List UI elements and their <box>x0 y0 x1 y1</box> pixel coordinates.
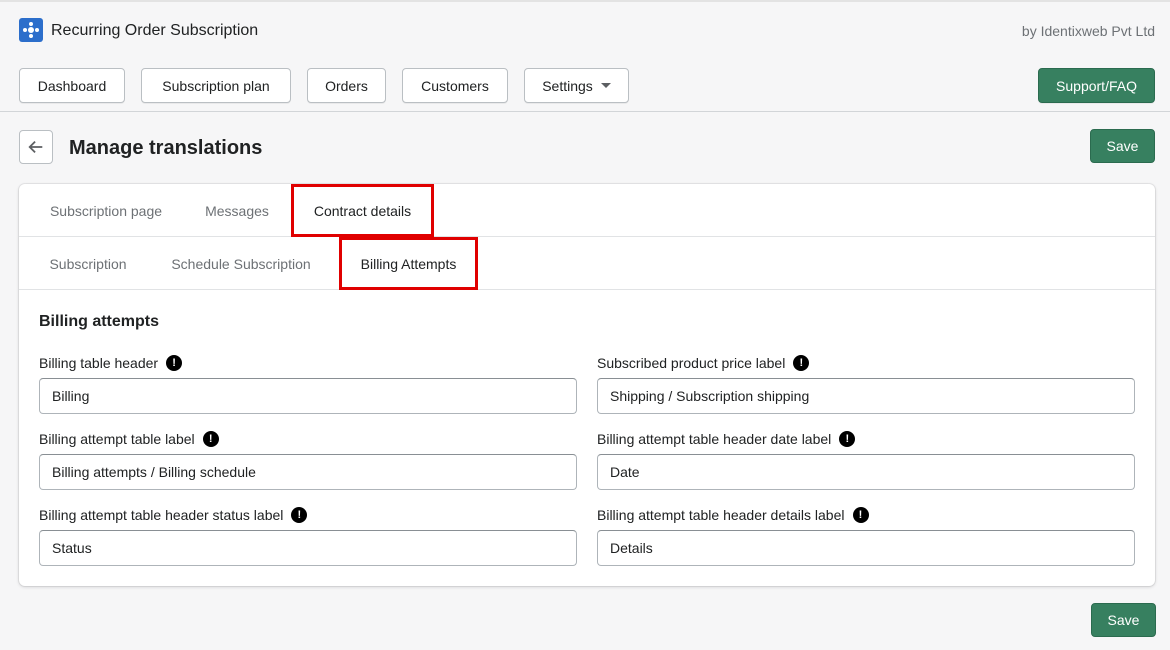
back-button[interactable] <box>19 130 53 164</box>
app-byline: by Identixweb Pvt Ltd <box>1021 23 1155 39</box>
field-label-header-date: Billing attempt table header date label … <box>597 431 856 447</box>
page-title: Manage translations <box>69 137 263 159</box>
header-date-label-input[interactable] <box>597 454 1135 490</box>
chevron-down-icon <box>600 83 611 88</box>
nav-customers-button[interactable]: Customers <box>402 68 508 103</box>
translations-card: Subscription page Messages Contract deta… <box>19 184 1155 586</box>
billing-attempt-table-label-input[interactable] <box>39 454 577 490</box>
nav-settings-button[interactable]: Settings <box>524 68 629 103</box>
tab-subscription[interactable]: Subscription <box>47 237 129 290</box>
support-faq-button[interactable]: Support/FAQ <box>1038 68 1155 103</box>
info-icon[interactable]: ! <box>793 355 810 371</box>
product-price-label-input[interactable] <box>597 378 1135 414</box>
tab-contract-details[interactable]: Contract details <box>291 184 434 237</box>
nav-settings-label: Settings <box>542 77 593 94</box>
field-label-billing-attempt-table: Billing attempt table label ! <box>39 431 219 447</box>
tab-subscription-page[interactable]: Subscription page <box>47 184 165 237</box>
nav-subscription-plan-button[interactable]: Subscription plan <box>141 68 291 103</box>
header-details-label-input[interactable] <box>597 530 1135 566</box>
nav-bar: Dashboard Subscription plan Orders Custo… <box>0 60 1170 112</box>
info-icon[interactable]: ! <box>839 431 856 447</box>
field-label-header-details: Billing attempt table header details lab… <box>597 507 869 523</box>
primary-tabs: Subscription page Messages Contract deta… <box>19 184 1155 237</box>
info-icon[interactable]: ! <box>291 507 308 523</box>
billing-table-header-input[interactable] <box>39 378 577 414</box>
tab-billing-attempts[interactable]: Billing Attempts <box>339 237 478 290</box>
info-icon[interactable]: ! <box>202 431 219 447</box>
field-label-header-status: Billing attempt table header status labe… <box>39 507 308 523</box>
info-icon[interactable]: ! <box>852 507 869 523</box>
app-title: Recurring Order Subscription <box>51 22 259 39</box>
nav-dashboard-button[interactable]: Dashboard <box>19 68 125 103</box>
tab-messages[interactable]: Messages <box>201 184 273 237</box>
field-label-product-price: Subscribed product price label ! <box>597 355 810 371</box>
secondary-tabs: Subscription Schedule Subscription Billi… <box>19 237 1155 290</box>
header-status-label-input[interactable] <box>39 530 577 566</box>
field-label-billing-table-header: Billing table header ! <box>39 355 183 371</box>
arrow-left-icon <box>28 140 43 154</box>
app-logo-icon <box>19 18 43 42</box>
save-button-bottom[interactable]: Save <box>1091 603 1156 637</box>
page-header: Manage translations Save <box>0 112 1170 184</box>
info-icon[interactable]: ! <box>166 355 183 371</box>
save-button-top[interactable]: Save <box>1090 129 1155 163</box>
app-header: Recurring Order Subscription by Identixw… <box>0 0 1170 60</box>
tab-schedule-subscription[interactable]: Schedule Subscription <box>167 237 315 290</box>
section-title: Billing attempts <box>39 313 160 330</box>
nav-orders-button[interactable]: Orders <box>307 68 386 103</box>
